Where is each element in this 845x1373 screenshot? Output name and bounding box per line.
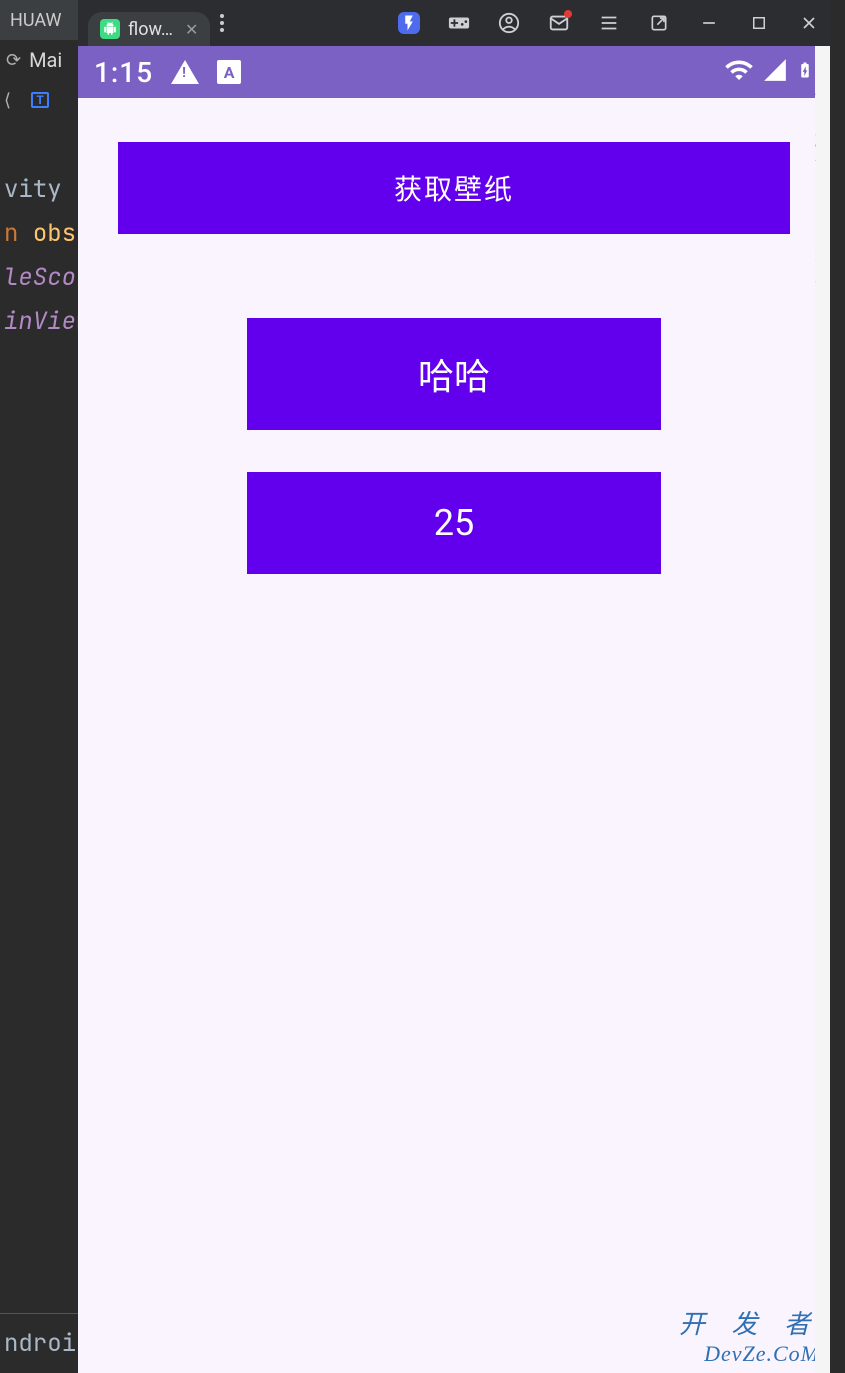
emulator-tab[interactable]: flow… ✕	[88, 12, 210, 46]
signal-icon	[762, 57, 788, 87]
ide-code-snippet: vity n obse leSco inView	[0, 120, 78, 392]
get-wallpaper-button[interactable]: 获取壁纸	[118, 142, 790, 234]
back-icon[interactable]: ⟨	[4, 90, 11, 111]
app-content: 获取壁纸 哈哈 25	[78, 98, 830, 1373]
tab-close-icon[interactable]: ✕	[185, 20, 198, 39]
account-icon[interactable]	[498, 12, 520, 34]
titlebar-actions	[398, 12, 820, 34]
refresh-icon[interactable]: ⟳	[6, 50, 21, 71]
launch-external-icon[interactable]	[648, 12, 670, 34]
warning-icon	[171, 60, 199, 84]
android-icon	[100, 19, 120, 39]
gamepad-icon[interactable]	[448, 12, 470, 34]
ide-left-panel: HUAW ⟳ Mai ⟨ T vity n obse leSco inView …	[0, 0, 78, 1373]
text-display-2: 25	[247, 472, 661, 574]
watermark-line2: DevZe.CoM	[679, 1341, 820, 1367]
ide-file-tab-row: ⟳ Mai	[0, 40, 78, 80]
phone-screen: 1:15 A 获取壁纸 哈哈 25 开 发	[78, 46, 830, 1373]
right-nav-strip: 按 加 减 全 酯 多 安 设 更	[815, 46, 830, 1373]
code-line-3: leSco	[4, 262, 76, 293]
code-line-4: inView	[4, 306, 78, 337]
kebab-menu-icon[interactable]	[220, 14, 224, 32]
android-status-bar: 1:15 A	[78, 46, 830, 98]
emulator-window: flow… ✕	[78, 0, 830, 1373]
text-display-1: 哈哈	[247, 318, 661, 430]
code-line-1: vity	[4, 174, 62, 205]
ide-bottom-label: ndroi	[0, 1313, 78, 1373]
status-time: 1:15	[94, 56, 153, 89]
maximize-icon[interactable]	[748, 12, 770, 34]
emulator-tab-title: flow…	[128, 19, 173, 40]
ide-file-tab-label[interactable]: Mai	[29, 48, 62, 72]
mail-icon[interactable]	[548, 12, 570, 34]
ime-indicator-icon: A	[217, 60, 241, 84]
window-titlebar: flow… ✕	[78, 0, 830, 46]
close-icon[interactable]	[798, 12, 820, 34]
watermark-line1: 开 发 者	[679, 1304, 820, 1341]
minimize-icon[interactable]	[698, 12, 720, 34]
menu-icon[interactable]	[598, 12, 620, 34]
wifi-icon	[724, 55, 754, 89]
ide-device-tab[interactable]: HUAW	[0, 0, 78, 40]
battery-icon	[796, 55, 814, 89]
watermark: 开 发 者 DevZe.CoM	[679, 1304, 820, 1367]
text-tool-icon[interactable]: T	[31, 92, 49, 108]
bolt-icon[interactable]	[398, 12, 420, 34]
ide-device-tab-label: HUAW	[10, 10, 61, 31]
code-line-2: n obse	[4, 218, 78, 249]
